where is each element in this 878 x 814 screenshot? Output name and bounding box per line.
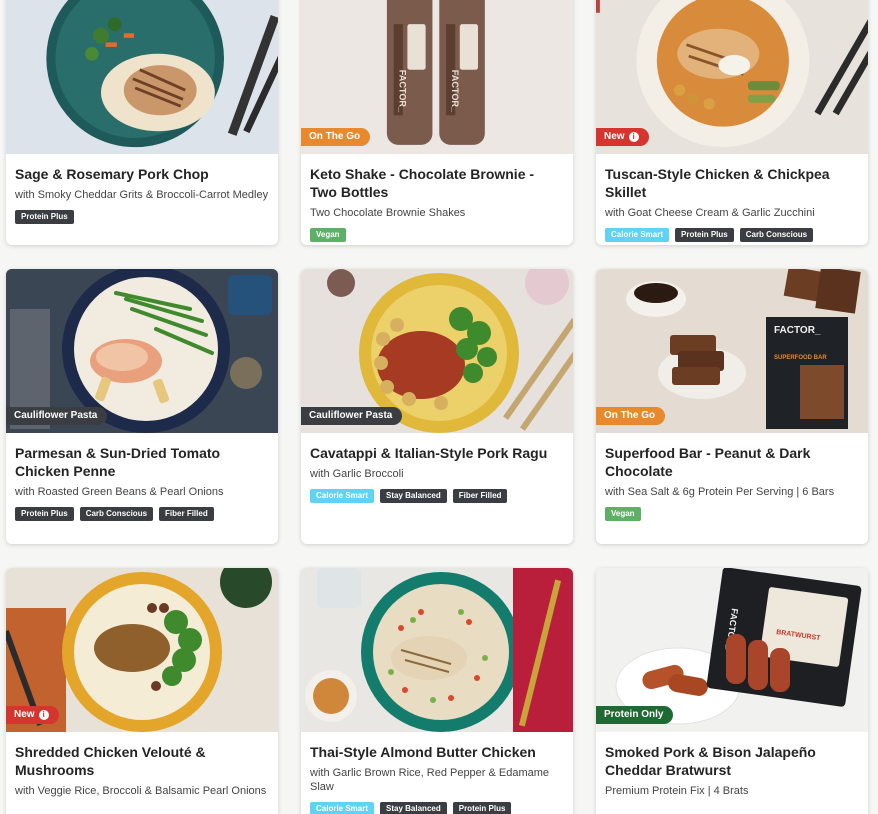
bottle-brand-left: FACTOR_ [397,70,407,113]
meal-flag: On The Go [596,407,666,425]
almond-butter-chicken-photo [301,568,573,732]
meal-subtitle: with Goat Cheese Cream & Garlic Zucchini [605,207,815,219]
meal-image [6,0,278,154]
flag-label: Cauliflower Pasta [309,410,393,421]
flag-label: New [14,709,35,720]
tag-list: Calorie Smart Protein Plus Carb Consciou… [605,228,859,242]
pork-chop-photo [6,0,278,154]
tag-badge: Calorie Smart [605,228,670,242]
meal-card[interactable]: FACTOR_ BRATWURST Protein Only Smoked Po… [596,568,868,814]
meal-flag: On The Go [301,128,371,146]
flag-label: On The Go [604,410,656,421]
meal-image: FACTOR_ SUPERFOOD BAR On The Go [596,269,868,433]
tag-list: Protein Plus Carb Conscious Fiber Filled [15,507,269,521]
info-icon[interactable]: i [38,710,49,720]
tag-list: Vegan [310,228,564,242]
meal-image: New i [6,568,278,732]
flag-label: Cauliflower Pasta [14,410,98,421]
meal-title: Smoked Pork & Bison Jalapeño Cheddar Bra… [605,744,816,778]
meal-subtitle: with Sea Salt & 6g Protein Per Serving |… [605,486,835,498]
meal-title: Keto Shake - Chocolate Brownie - Two Bot… [310,166,535,200]
tag-badge: Protein Plus [15,507,74,521]
tag-badge: Stay Balanced [380,489,447,503]
meal-image: New i [596,0,868,154]
meal-flag: Protein Only [596,706,674,724]
tag-badge: Stay Balanced [380,802,447,814]
meal-title: Shredded Chicken Velouté & Mushrooms [15,744,206,778]
meal-card[interactable]: New i Tuscan-Style Chicken & Chickpea Sk… [596,0,868,245]
meal-image: Cauliflower Pasta [6,269,278,433]
box-brand-text: FACTOR_ [774,325,821,336]
meal-card[interactable]: Cauliflower Pasta Parmesan & Sun-Dried T… [6,269,278,544]
meal-subtitle: with Veggie Rice, Broccoli & Balsamic Pe… [15,785,267,797]
tag-badge: Carb Conscious [739,228,814,242]
meal-subtitle: Two Chocolate Brownie Shakes [310,207,466,219]
meal-title: Sage & Rosemary Pork Chop [15,166,209,182]
info-icon[interactable]: i [628,132,639,142]
meal-flag: New i [596,128,649,146]
meal-subtitle: with Garlic Broccoli [310,468,404,480]
meal-subtitle: with Garlic Brown Rice, Red Pepper & Eda… [310,767,550,793]
tag-badge: Vegan [310,228,346,242]
tag-badge: Carb Conscious [79,507,154,521]
meal-card[interactable]: FACTOR_ FACTOR_ On The Go Keto Shake - C… [301,0,573,245]
tag-badge: Protein Plus [15,210,74,224]
meal-card[interactable]: Thai-Style Almond Butter Chicken with Ga… [301,568,573,814]
meal-subtitle: Premium Protein Fix | 4 Brats [605,785,749,797]
meal-card[interactable]: New i Shredded Chicken Velouté & Mushroo… [6,568,278,814]
flag-label: New [604,131,625,142]
meal-flag: Cauliflower Pasta [301,407,403,425]
tag-list: Protein Plus [15,210,269,224]
meal-subtitle: with Roasted Green Beans & Pearl Onions [15,486,224,498]
tag-list: Calorie Smart Stay Balanced Fiber Filled [310,489,564,503]
box-subtext: SUPERFOOD BAR [774,355,827,361]
tag-list: Vegan [605,507,859,521]
tag-badge: Protein Plus [675,228,734,242]
meal-image [301,568,573,732]
meal-title: Superfood Bar - Peanut & Dark Chocolate [605,445,811,479]
tag-badge: Fiber Filled [159,507,214,521]
tag-list: Calorie Smart Stay Balanced Protein Plus [310,802,564,814]
meal-title: Tuscan-Style Chicken & Chickpea Skillet [605,166,830,200]
meal-title: Parmesan & Sun-Dried Tomato Chicken Penn… [15,445,221,479]
meal-title: Cavatappi & Italian-Style Pork Ragu [310,445,548,461]
meal-image: Cauliflower Pasta [301,269,573,433]
meal-card[interactable]: FACTOR_ SUPERFOOD BAR On The Go Superfoo… [596,269,868,544]
meal-title: Thai-Style Almond Butter Chicken [310,744,536,760]
meal-image: FACTOR_ FACTOR_ On The Go [301,0,573,154]
meal-flag: Cauliflower Pasta [6,407,108,425]
tag-badge: Protein Plus [452,802,512,814]
flag-label: Protein Only [604,709,664,720]
meal-grid: Sage & Rosemary Pork Chop with Smoky Che… [0,0,878,814]
meal-flag: New i [6,706,59,724]
meal-card[interactable]: Sage & Rosemary Pork Chop with Smoky Che… [6,0,278,245]
meal-image: FACTOR_ BRATWURST Protein Only [596,568,868,732]
tag-badge: Calorie Smart [310,802,375,814]
tag-badge: Fiber Filled [452,489,508,503]
flag-label: On The Go [309,131,361,142]
bottle-brand-right: FACTOR_ [450,70,460,113]
meal-subtitle: with Smoky Cheddar Grits & Broccoli-Carr… [15,189,269,201]
tag-badge: Calorie Smart [310,489,375,503]
meal-card[interactable]: Cauliflower Pasta Cavatappi & Italian-St… [301,269,573,544]
tag-badge: Vegan [605,507,641,521]
